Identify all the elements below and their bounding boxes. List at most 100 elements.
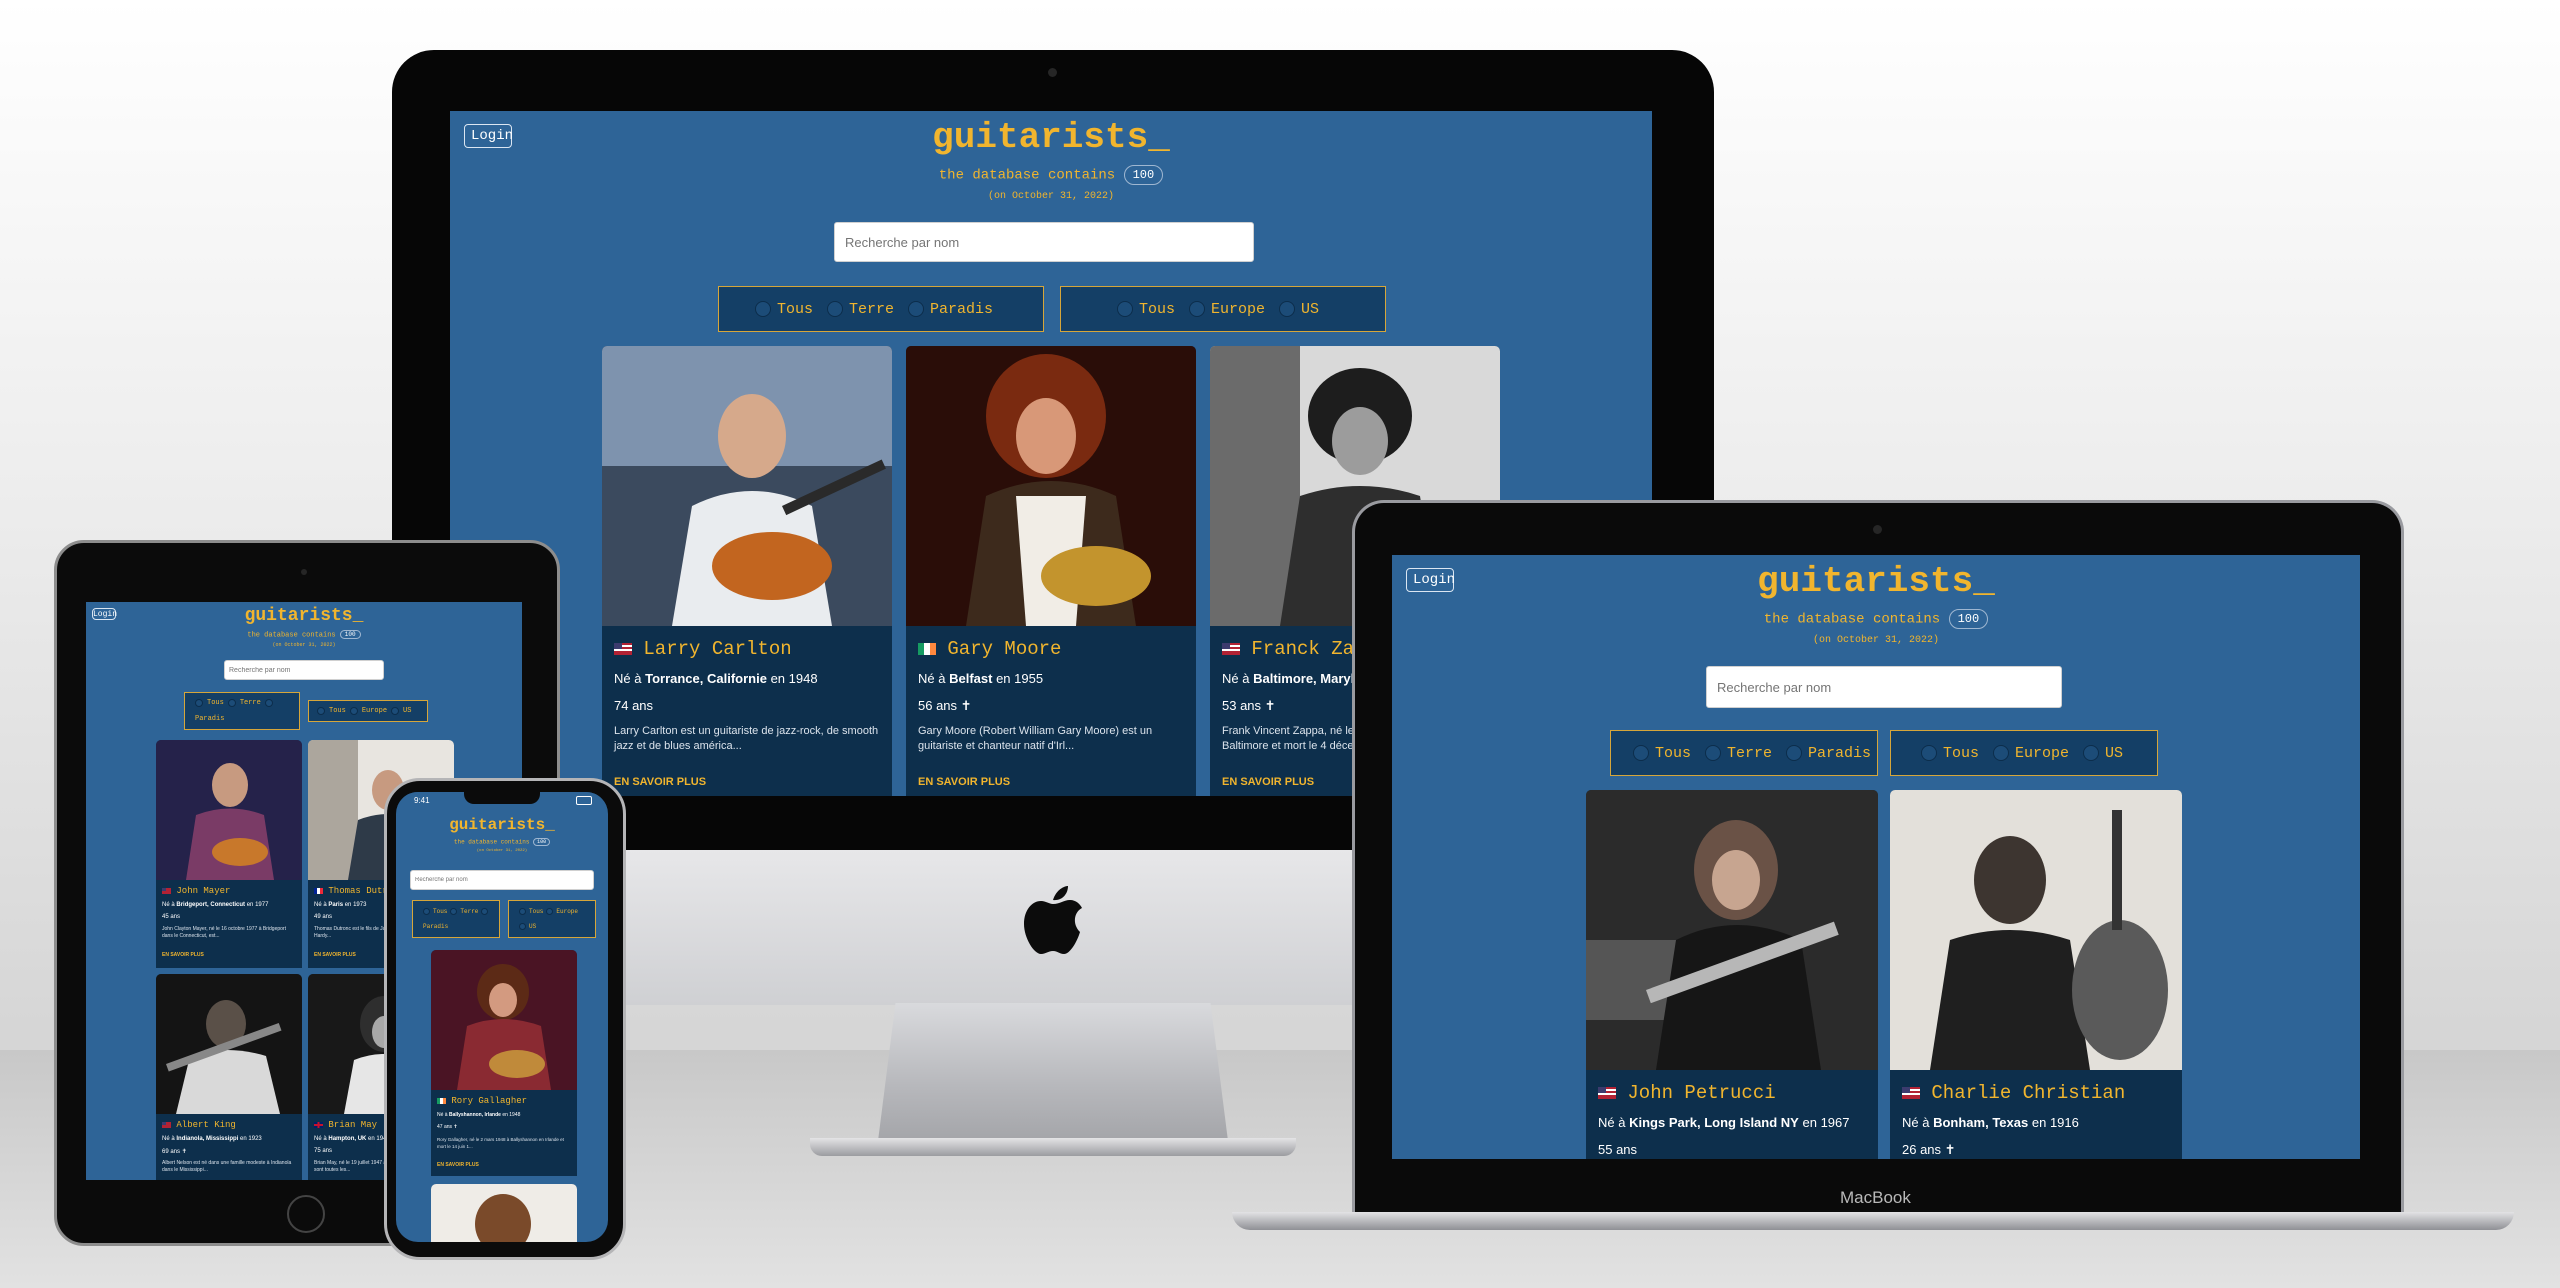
card-bio: Gary Moore (Robert William Gary Moore) e… xyxy=(918,725,1153,752)
cross-icon: ✝ xyxy=(453,1124,458,1130)
guitarist-card: Rory Gallagher Né à Ballyshannon, Irland… xyxy=(431,950,577,1176)
card-name: John Petrucci xyxy=(1598,1082,1776,1104)
filter-label: Tous xyxy=(1943,744,1980,762)
fr-flag-icon xyxy=(314,887,323,894)
radio-europe[interactable] xyxy=(546,907,554,915)
subtitle-text: the database contains xyxy=(247,631,336,640)
radio-tous[interactable] xyxy=(1633,745,1649,761)
count-badge: 100 xyxy=(339,630,361,639)
card-birth: Né à Torrance, Californie en 1948 xyxy=(614,671,818,686)
radio-us[interactable] xyxy=(1279,301,1296,317)
radio-us[interactable] xyxy=(391,707,400,715)
card-bio: Albert Nelson est né dans une famille mo… xyxy=(162,1160,292,1173)
filter-label: Paradis xyxy=(423,923,449,931)
card-age: 69 ans ✝ xyxy=(162,1149,187,1155)
card-birth: Né à Ballyshannon, Irlande en 1948 xyxy=(437,1112,521,1118)
filter-label: Terre xyxy=(239,699,261,707)
radio-terre[interactable] xyxy=(227,699,236,707)
cross-icon: ✝ xyxy=(1944,1142,1956,1157)
radio-tous[interactable] xyxy=(317,707,325,715)
guitarist-card: John Petrucci Né à Kings Park, Long Isla… xyxy=(1586,790,1878,1159)
radio-paradis[interactable] xyxy=(264,699,273,707)
cross-icon: ✝ xyxy=(960,698,972,713)
radio-tous[interactable] xyxy=(1921,745,1937,761)
filter-label: Terre xyxy=(849,300,895,318)
more-link[interactable]: EN SAVOIR PLUS xyxy=(1222,776,1314,788)
tablet-camera xyxy=(301,569,307,575)
macbook-base xyxy=(1232,1212,2514,1230)
status-bar: 9:41 xyxy=(396,792,608,810)
radio-tous[interactable] xyxy=(1117,301,1133,317)
filter-label: Tous xyxy=(207,699,224,707)
more-link[interactable]: EN SAVOIR PLUS xyxy=(162,952,204,958)
search-input[interactable] xyxy=(224,660,384,680)
more-link[interactable]: EN SAVOIR PLUS xyxy=(918,776,1010,788)
us-flag-icon xyxy=(162,1121,171,1128)
radio-us[interactable] xyxy=(2083,745,2100,761)
filter-label: Terre xyxy=(460,907,479,915)
filter-label: Europe xyxy=(361,707,388,715)
apple-logo-icon xyxy=(1024,886,1082,954)
more-link[interactable]: EN SAVOIR PLUS xyxy=(437,1162,479,1168)
card-birth: Né à Paris en 1973 xyxy=(314,902,367,908)
radio-terre[interactable] xyxy=(1705,745,1722,761)
card-birth: Né à Indianola, Mississippi en 1923 xyxy=(162,1136,262,1142)
radio-paradis[interactable] xyxy=(481,907,489,915)
imac-stand xyxy=(878,1003,1228,1141)
card-age: 45 ans xyxy=(162,914,181,920)
card-name: Gary Moore xyxy=(918,638,1061,660)
radio-tous[interactable] xyxy=(423,907,430,915)
radio-tous[interactable] xyxy=(755,301,771,317)
guitarist-card: Charlie Christian Né à Bonham, Texas en … xyxy=(1890,790,2182,1159)
more-link[interactable]: EN SAVOIR PLUS xyxy=(314,952,356,958)
page-title: guitarists_ xyxy=(932,117,1170,158)
radio-tous[interactable] xyxy=(519,907,526,915)
database-date: (on October 31, 2022) xyxy=(1812,635,1940,646)
page-title: guitarists_ xyxy=(244,606,364,626)
card-bio: Larry Carlton est un guitariste de jazz-… xyxy=(614,725,879,752)
filter-label: Tous xyxy=(329,707,346,715)
filter-status: Tous Terre Paradis xyxy=(184,692,300,730)
search-input[interactable] xyxy=(834,222,1254,262)
radio-terre[interactable] xyxy=(827,301,844,317)
count-badge: 100 xyxy=(533,838,551,846)
filter-region: Tous Europe US xyxy=(1890,730,2158,776)
filter-region: Tous Europe US xyxy=(1060,286,1386,332)
battery-icon xyxy=(576,796,592,805)
search-input[interactable] xyxy=(1706,666,2062,708)
radio-europe[interactable] xyxy=(349,707,358,715)
us-flag-icon xyxy=(1222,642,1240,655)
radio-europe[interactable] xyxy=(1189,301,1206,317)
radio-paradis[interactable] xyxy=(908,301,925,317)
filter-label: Paradis xyxy=(930,300,994,318)
home-button xyxy=(287,1195,325,1233)
notch xyxy=(464,792,540,804)
guitarist-card: John Mayer Né à Bridgeport, Connecticut … xyxy=(156,740,302,968)
guitarist-photo xyxy=(156,740,302,880)
radio-paradis[interactable] xyxy=(1786,745,1803,761)
card-name-text: Albert King xyxy=(176,1120,236,1130)
radio-tous[interactable] xyxy=(195,699,203,707)
filter-label: US xyxy=(403,707,412,715)
page-title: guitarists_ xyxy=(449,816,555,834)
guitarist-photo xyxy=(431,1184,577,1242)
filter-status: Tous Terre Paradis xyxy=(412,900,500,938)
filter-label: Terre xyxy=(1727,744,1773,762)
radio-terre[interactable] xyxy=(450,907,458,915)
search-input[interactable] xyxy=(410,870,594,890)
more-link[interactable]: EN SAVOIR PLUS xyxy=(614,776,706,788)
macbook-screen: Login guitarists_ the database contains … xyxy=(1392,555,2360,1159)
filter-label: Tous xyxy=(529,907,544,915)
ie-flag-icon xyxy=(918,642,936,655)
ie-flag-icon xyxy=(437,1097,446,1104)
radio-europe[interactable] xyxy=(1993,745,2010,761)
filter-region: Tous Europe US xyxy=(508,900,596,938)
radio-us[interactable] xyxy=(519,923,526,931)
count-badge: 100 xyxy=(1948,609,1989,629)
database-date: (on October 31, 2022) xyxy=(476,849,528,853)
us-flag-icon xyxy=(1598,1086,1616,1099)
subtitle-text: the database contains xyxy=(1763,611,1941,628)
filter-label: Europe xyxy=(556,907,579,915)
filter-region: Tous Europe US xyxy=(308,700,428,722)
card-name-text: John Petrucci xyxy=(1627,1082,1776,1104)
